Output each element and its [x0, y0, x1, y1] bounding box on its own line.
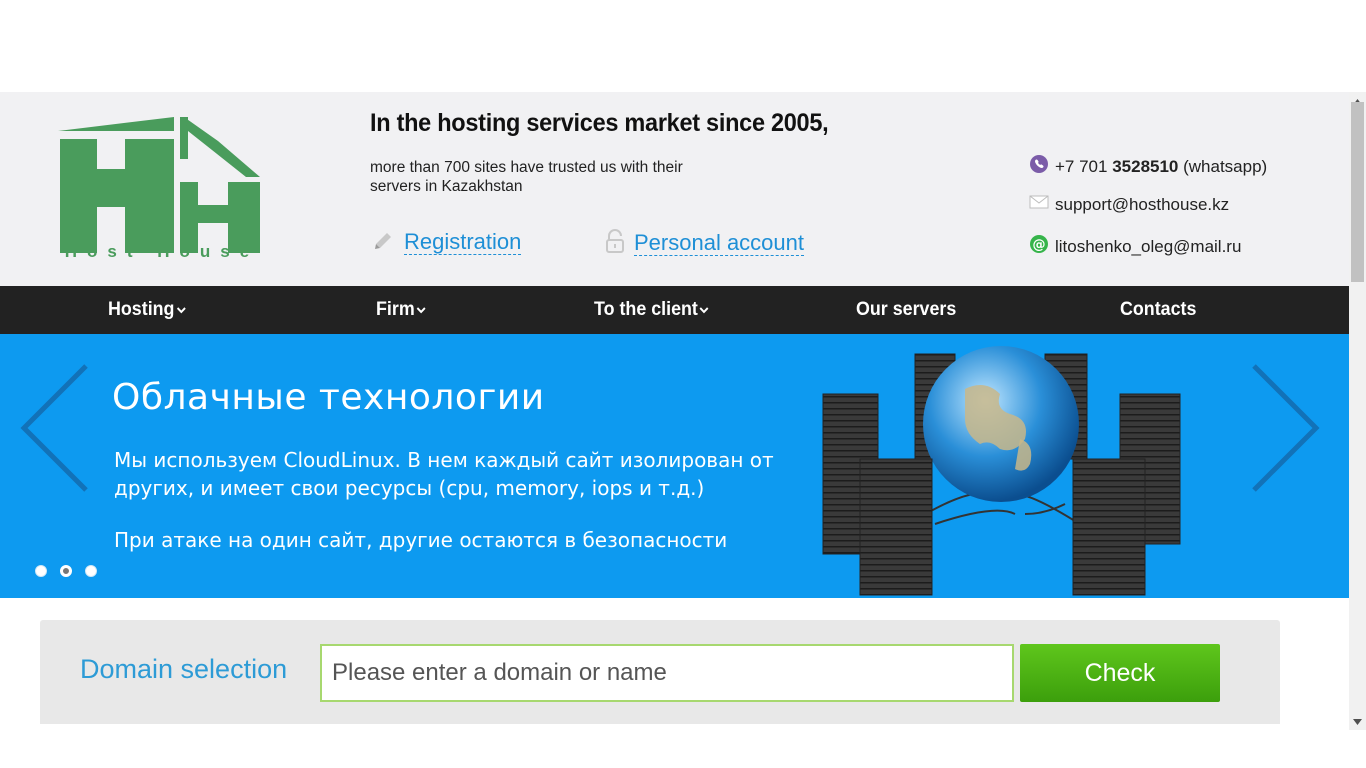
slider-prev-arrow-icon[interactable]	[18, 364, 90, 499]
nav-item-label: To the client	[594, 299, 698, 321]
domain-search-input[interactable]	[320, 644, 1014, 702]
slider-next-arrow-icon[interactable]	[1250, 364, 1322, 499]
scroll-down-arrow-icon[interactable]	[1353, 712, 1362, 730]
site-header: Host House In the hosting services marke…	[0, 92, 1349, 286]
tagline: In the hosting services market since 200…	[370, 109, 829, 137]
check-domain-button[interactable]: Check	[1020, 644, 1220, 702]
subtagline: more than 700 sites have trusted us with…	[370, 159, 683, 195]
registration-label: Registration	[404, 229, 522, 255]
slide-dot-1[interactable]	[35, 565, 47, 577]
personal-account-link[interactable]: Personal account	[604, 228, 804, 259]
chevron-down-icon	[699, 286, 710, 334]
nav-item-label: Our servers	[856, 299, 957, 320]
nav-item-label: Firm	[376, 299, 415, 321]
lock-icon	[604, 228, 626, 259]
slide-text-secondary: При атаке на один сайт, другие остаются …	[114, 528, 728, 552]
host-house-logo[interactable]: Host House	[58, 117, 268, 267]
phone-suffix: (whatsapp)	[1178, 156, 1268, 176]
cloud-servers-illustration	[815, 344, 1195, 598]
chevron-down-icon	[175, 286, 186, 334]
envelope-icon	[1029, 194, 1049, 215]
svg-text:@: @	[1033, 238, 1046, 253]
logo-text: Host House	[65, 242, 259, 261]
chevron-down-icon	[416, 286, 427, 334]
mail-ru-email[interactable]: litoshenko_oleg@mail.ru	[1055, 237, 1241, 257]
nav-item-label: Hosting	[108, 299, 175, 321]
registration-link[interactable]: Registration	[372, 228, 522, 257]
personal-account-label: Personal account	[634, 230, 804, 256]
support-email-contact: support@hosthouse.kz	[1029, 194, 1229, 215]
page-scrollbar[interactable]	[1349, 92, 1366, 730]
slider-pagination	[35, 565, 97, 577]
phone-prefix: +7 701	[1055, 156, 1113, 176]
slide-dot-3[interactable]	[85, 565, 97, 577]
viber-icon	[1029, 154, 1049, 179]
nav-item-to-the-client[interactable]: To the client	[594, 286, 710, 334]
phone-number[interactable]: 3528510	[1112, 157, 1178, 176]
domain-search-panel: Domain selection Check	[40, 620, 1280, 724]
nav-item-hosting[interactable]: Hosting	[108, 286, 187, 334]
pencil-icon	[372, 228, 396, 257]
nav-item-our-servers[interactable]: Our servers	[856, 286, 956, 334]
domain-selection-label: Domain selection	[80, 654, 288, 684]
mail-ru-icon: @	[1029, 234, 1049, 259]
promo-slider: Облачные технологии Мы используем CloudL…	[0, 334, 1349, 598]
slide-dot-2[interactable]	[60, 565, 72, 577]
main-nav: Hosting Firm To the client Our servers C…	[0, 286, 1349, 334]
scrollbar-thumb[interactable]	[1351, 102, 1364, 282]
nav-item-label: Contacts	[1120, 299, 1197, 320]
support-email[interactable]: support@hosthouse.kz	[1055, 195, 1229, 215]
nav-item-contacts[interactable]: Contacts	[1120, 286, 1196, 334]
phone-contact: +7 701 3528510 (whatsapp)	[1029, 154, 1267, 179]
mail-ru-contact: @ litoshenko_oleg@mail.ru	[1029, 234, 1241, 259]
slide-title: Облачные технологии	[112, 377, 545, 418]
slide-text: Мы используем CloudLinux. В нем каждый с…	[114, 448, 774, 500]
nav-item-firm[interactable]: Firm	[376, 286, 427, 334]
